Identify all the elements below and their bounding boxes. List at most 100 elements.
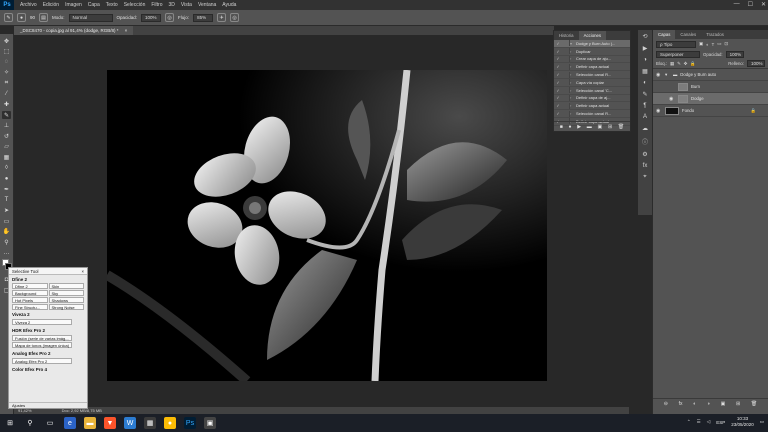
chevron-up-icon[interactable]: ⌃ [687,419,691,425]
info-icon[interactable]: ⓘ [642,137,648,146]
fill-field[interactable]: 100% [747,60,765,67]
mode-select[interactable]: Normal [68,13,113,22]
notifications-icon[interactable]: ▭ [760,419,764,425]
properties-icon[interactable]: ⚙ [642,151,647,158]
chevron-down-icon[interactable]: ▾ [665,72,670,78]
eye-icon[interactable]: ◉ [656,108,662,114]
action-row[interactable]: ✓ › Selección canal R... [554,71,630,79]
eye-icon[interactable]: ◉ [669,96,675,102]
filter-pixel-icon[interactable]: ▣ [699,41,703,47]
menu-ventana[interactable]: Ventana [198,2,216,8]
photos-icon[interactable]: ▣ [204,417,216,429]
record-icon[interactable]: ● [568,124,571,130]
sky-button[interactable]: Sky [48,290,84,296]
close-icon[interactable]: ✕ [761,1,766,8]
action-row[interactable]: ✓ › Capa vía copiar [554,79,630,87]
menu-3d[interactable]: 3D [169,2,175,8]
language-indicator[interactable]: ESP [716,420,725,425]
quick-select-tool-icon[interactable]: ✧ [2,69,11,77]
windows-start-icon[interactable]: ⊞ [4,417,16,429]
eye-icon[interactable]: ◉ [656,72,662,78]
section-hdr-efex[interactable]: HDR Efex Pro 2 [9,326,87,334]
zoom-tool-icon[interactable]: ⚲ [2,238,11,246]
viveza-2-button[interactable]: Viveza 2 [12,319,72,325]
menu-filtro[interactable]: Filtro [151,2,162,8]
chrome-icon[interactable]: ● [164,417,176,429]
menu-texto[interactable]: Texto [106,2,118,8]
trash-icon[interactable]: 🗑 [751,401,757,407]
layer-filter-select[interactable]: ρ Tipo [656,40,696,48]
filter-adjust-icon[interactable]: ◐ [706,42,709,47]
minimize-icon[interactable]: — [734,1,740,8]
tab-trazados[interactable]: Trazados [701,30,729,39]
filter-type-icon[interactable]: T [712,42,715,47]
move-tool-icon[interactable]: ✥ [2,37,11,45]
eraser-tool-icon[interactable]: ▱ [2,143,11,151]
menu-ayuda[interactable]: Ayuda [222,2,236,8]
brush-tool-icon[interactable]: ✎ [4,13,13,22]
adjustment-layer-icon[interactable]: ◑ [707,401,710,407]
tab-acciones[interactable]: Acciones [578,31,607,40]
brush-panel-icon[interactable]: ▤ [39,13,49,22]
maximize-icon[interactable]: ☐ [748,1,753,8]
mask-icon[interactable]: ◐ [693,401,696,407]
pen-tool-icon[interactable]: ✒ [2,185,11,193]
stop-icon[interactable]: ■ [560,124,563,130]
type-tool-icon[interactable]: T [2,196,11,204]
selective-close-icon[interactable]: × [81,269,84,274]
task-view-icon[interactable]: ▭ [44,417,56,429]
settings-link[interactable]: Ajustes [9,402,87,408]
crop-tool-icon[interactable]: ⌗ [2,79,11,87]
section-dfine[interactable]: Dfine 2 [9,275,87,283]
gradient-tool-icon[interactable]: ▦ [2,154,11,162]
flow-field[interactable]: 85% [193,13,214,22]
action-row[interactable]: ✓ › Duplicar [554,48,630,56]
filter-smart-icon[interactable]: ⊡ [724,41,728,47]
selective-tool-titlebar[interactable]: Selective Tool × [9,268,87,275]
folder-icon[interactable]: ▣ [598,124,603,130]
layer-opacity-field[interactable]: 100% [725,50,744,58]
swatches-icon[interactable]: ▦ [642,68,648,75]
brave-browser-icon[interactable]: ▼ [104,417,116,429]
lock-paint-icon[interactable]: ✎ [677,61,681,67]
history-icon[interactable]: ⟲ [642,33,647,40]
brush-tool-icon[interactable]: ✎ [2,111,11,120]
store-icon[interactable]: ▦ [144,417,156,429]
canvas-area[interactable] [14,35,629,407]
layer-row[interactable]: ◉ Dodge [653,93,768,105]
menu-edicion[interactable]: Edición [43,2,59,8]
filter-shape-icon[interactable]: ▭ [717,41,721,47]
file-explorer-icon[interactable]: ▬ [84,417,96,429]
action-row[interactable]: ✓ › Selección canal 'C... [554,87,630,95]
photo-canvas[interactable] [107,70,547,381]
new-group-icon[interactable]: ▣ [721,401,726,407]
lock-move-icon[interactable]: ✥ [684,61,688,67]
word-icon[interactable]: W [124,417,136,429]
lasso-tool-icon[interactable]: ◌ [2,58,11,66]
styles-icon[interactable]: fx [643,163,648,169]
action-row[interactable]: ✓ › Selección canal R... [554,110,630,118]
volume-icon[interactable]: ◁ [707,419,710,425]
network-icon[interactable]: ☰ [697,419,701,425]
skin-button[interactable]: Skin [48,283,84,289]
new-set-icon[interactable]: ▬ [587,124,592,130]
eyedropper-tool-icon[interactable]: ⁄ [2,90,11,98]
dfine-2-button[interactable]: Dfine 2 [12,283,48,289]
brush-settings-icon[interactable]: ✎ [642,91,647,98]
layer-row[interactable]: Burn [653,81,768,93]
marquee-tool-icon[interactable]: ⬚ [2,48,11,56]
history-brush-icon[interactable]: ↺ [2,132,11,140]
stamp-tool-icon[interactable]: ⊥ [2,122,11,130]
new-action-icon[interactable]: ⊞ [608,124,612,130]
hdr-tonemap-button[interactable]: Mapa de tonos (imagen única) [12,342,72,348]
paragraph-icon[interactable]: ¶ [643,103,646,109]
navigator-icon[interactable]: ⌖ [643,174,646,181]
menu-archivo[interactable]: Archivo [20,2,37,8]
play-icon[interactable]: ▶ [577,124,581,130]
link-icon[interactable]: ⊖ [664,401,668,407]
hdr-fusion-button[interactable]: Fusión (serie de varias imág... [12,335,72,341]
fine-structures-button[interactable]: Fine Structu... [12,304,48,310]
blend-mode-select[interactable]: Superponer [656,50,700,58]
menu-imagen[interactable]: Imagen [65,2,82,8]
pressure-opacity-icon[interactable]: ◎ [165,13,175,22]
